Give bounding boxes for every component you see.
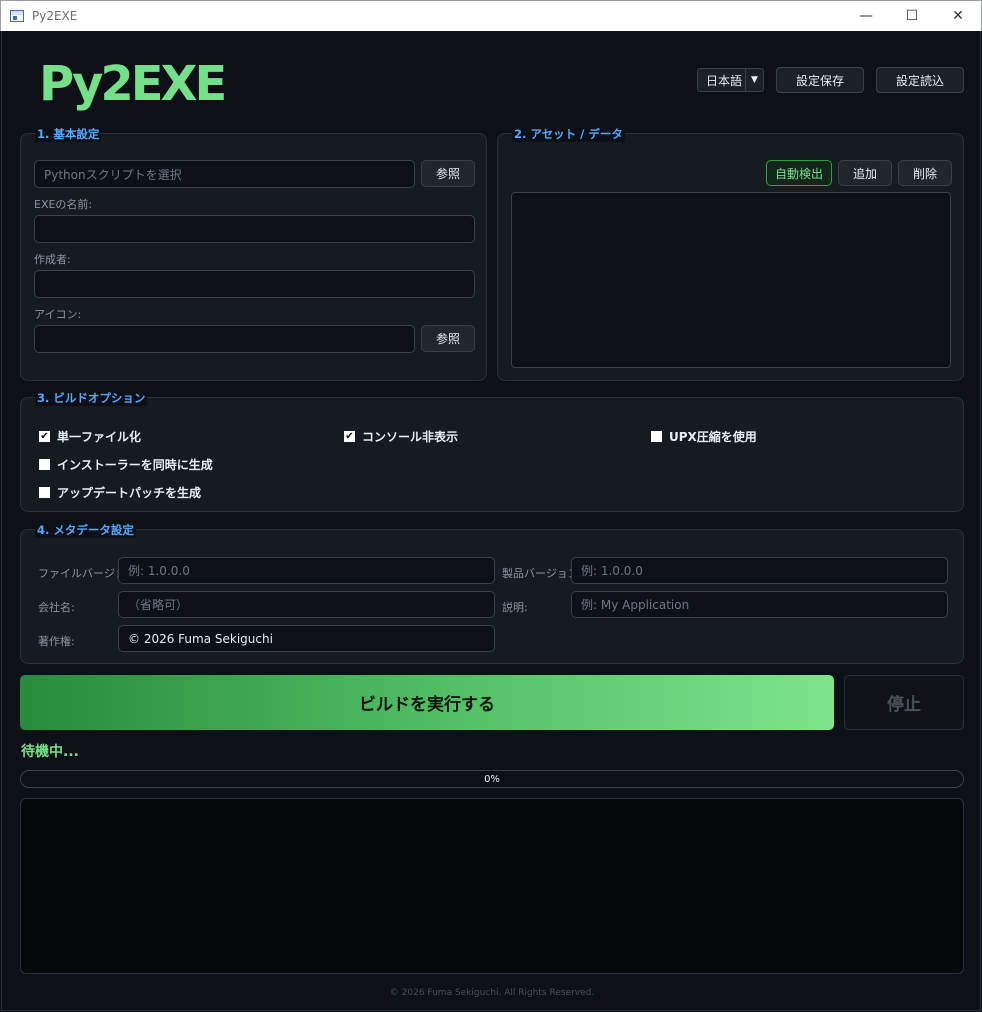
- app-client-area: Py2EXE 日本語 ▼ 設定保存 設定読込 1. 基本設定 Pythonスクリ…: [1, 31, 981, 1011]
- description-input[interactable]: 例: My Application: [571, 591, 948, 618]
- progress-bar: 0%: [20, 770, 964, 788]
- language-select-value: 日本語: [706, 73, 743, 88]
- build-options-title: 3. ビルドオプション: [35, 390, 148, 406]
- maximize-icon[interactable]: ☐: [889, 1, 935, 31]
- checkbox-checked-icon: ✔: [344, 431, 355, 442]
- assets-title: 2. アセット / データ: [512, 126, 625, 142]
- icon-path-input[interactable]: [34, 325, 415, 353]
- remove-asset-button[interactable]: 削除: [898, 160, 952, 186]
- assets-panel: 2. アセット / データ 自動検出 追加 削除: [497, 126, 964, 381]
- window-title: Py2EXE: [32, 9, 78, 23]
- footer-copyright: © 2026 Fuma Sekiguchi. All Rights Reserv…: [389, 988, 595, 998]
- checkbox-unchecked-icon: [651, 431, 662, 442]
- minimize-icon[interactable]: —: [843, 1, 889, 31]
- basic-settings-panel: 1. 基本設定 Pythonスクリプトを選択 参照 EXEの名前: 作成者: ア…: [20, 126, 487, 381]
- metadata-title: 4. メタデータ設定: [35, 522, 136, 538]
- basic-settings-title: 1. 基本設定: [35, 126, 102, 142]
- browse-script-button[interactable]: 参照: [421, 160, 475, 187]
- asset-list[interactable]: [511, 192, 951, 368]
- company-label: 会社名:: [38, 601, 75, 614]
- build-log-output[interactable]: [20, 798, 964, 974]
- app-icon: [10, 10, 24, 22]
- company-input[interactable]: （省略可）: [118, 591, 495, 618]
- patch-label: アップデートパッチを生成: [57, 486, 202, 500]
- chevron-down-icon: ▼: [745, 69, 763, 91]
- metadata-panel: 4. メタデータ設定 ファイルバージョン: 例: 1.0.0.0 製品バージョン…: [20, 522, 964, 664]
- upx-label: UPX圧縮を使用: [669, 430, 757, 444]
- checkbox-unchecked-icon: [39, 487, 50, 498]
- window-controls: — ☐ ✕: [843, 1, 981, 31]
- file-version-input[interactable]: 例: 1.0.0.0: [118, 557, 495, 584]
- installer-checkbox[interactable]: インストーラーを同時に生成: [39, 456, 213, 473]
- save-settings-button[interactable]: 設定保存: [776, 67, 864, 93]
- author-input[interactable]: [34, 270, 475, 298]
- onefile-checkbox[interactable]: ✔ 単一ファイル化: [39, 428, 141, 445]
- language-select[interactable]: 日本語 ▼: [697, 68, 764, 92]
- installer-label: インストーラーを同時に生成: [57, 458, 213, 472]
- upx-checkbox[interactable]: UPX圧縮を使用: [651, 428, 757, 445]
- auto-detect-button[interactable]: 自動検出: [766, 160, 832, 186]
- run-build-button[interactable]: ビルドを実行する: [20, 675, 834, 730]
- progress-label: 0%: [484, 773, 500, 785]
- product-version-input[interactable]: 例: 1.0.0.0: [571, 557, 948, 584]
- browse-icon-button[interactable]: 参照: [421, 325, 475, 352]
- add-asset-button[interactable]: 追加: [838, 160, 892, 186]
- build-options-panel: 3. ビルドオプション ✔ 単一ファイル化 ✔ コンソール非表示 UPX圧縮を使…: [20, 390, 964, 512]
- script-path-input[interactable]: Pythonスクリプトを選択: [34, 160, 415, 188]
- noconsole-checkbox[interactable]: ✔ コンソール非表示: [344, 428, 458, 445]
- description-label: 説明:: [502, 601, 528, 614]
- copyright-input[interactable]: © 2026 Fuma Sekiguchi: [118, 625, 495, 652]
- noconsole-label: コンソール非表示: [362, 430, 459, 444]
- checkbox-unchecked-icon: [39, 459, 50, 470]
- checkbox-checked-icon: ✔: [39, 431, 50, 442]
- icon-label: アイコン:: [34, 308, 82, 321]
- patch-checkbox[interactable]: アップデートパッチを生成: [39, 484, 201, 501]
- exe-name-input[interactable]: [34, 215, 475, 243]
- author-label: 作成者:: [34, 253, 71, 266]
- app-logo: Py2EXE: [39, 56, 227, 112]
- close-icon[interactable]: ✕: [935, 1, 981, 31]
- stop-build-button[interactable]: 停止: [844, 675, 964, 730]
- load-settings-button[interactable]: 設定読込: [876, 67, 964, 93]
- onefile-label: 単一ファイル化: [57, 430, 142, 444]
- status-text: 待機中...: [21, 744, 79, 760]
- exe-name-label: EXEの名前:: [34, 198, 93, 211]
- window-titlebar: Py2EXE — ☐ ✕: [0, 0, 982, 31]
- copyright-label: 著作権:: [38, 635, 75, 648]
